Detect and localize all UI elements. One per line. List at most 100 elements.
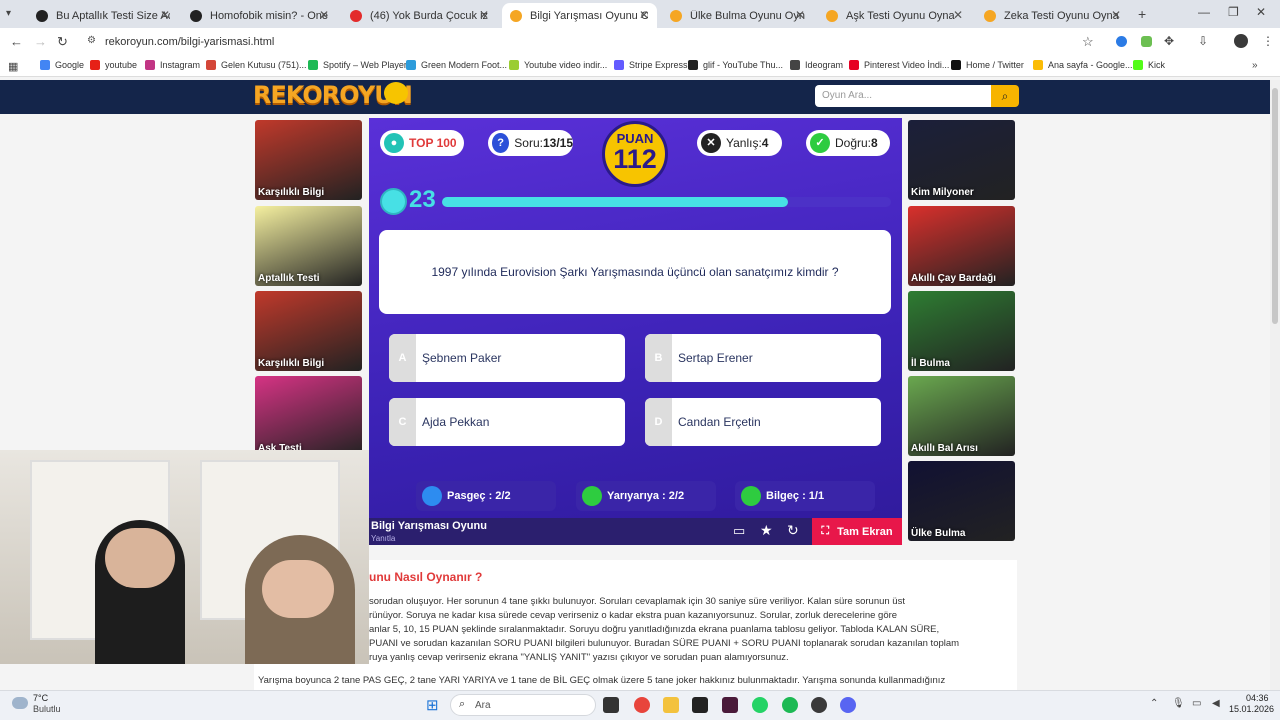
game-thumbnail[interactable]: Aptallık Testi [255, 206, 362, 286]
comment-icon[interactable]: ▭ [733, 523, 745, 539]
browser-tab[interactable]: Bilgi Yarışması Oyunu Oyna✕ [502, 3, 657, 28]
bookmark-item[interactable]: Instagram [145, 60, 200, 70]
tray-chevron-icon[interactable]: ⌃ [1150, 698, 1158, 709]
bookmark-item[interactable]: Youtube video indir... [509, 60, 607, 70]
question-counter: ? Soru: 13/15 [488, 130, 573, 156]
maximize-button[interactable]: ❐ [1228, 5, 1239, 19]
scrollbar-thumb[interactable] [1272, 88, 1278, 324]
monitor-icon[interactable]: ▭ [1192, 698, 1201, 709]
bookmark-favicon-icon [688, 60, 698, 70]
forward-icon[interactable]: → [34, 34, 47, 49]
game-thumbnail[interactable]: Akıllı Bal Arısı [908, 376, 1015, 456]
bookmark-item[interactable]: Ana sayfa - Google... [1033, 60, 1133, 70]
menu-icon[interactable]: ⋮ [1262, 34, 1274, 48]
browser-tab[interactable]: Zeka Testi Oyunu Oyna ✕ [976, 3, 1129, 28]
bookmark-item[interactable]: Google [40, 60, 84, 70]
tab-close-icon[interactable]: ✕ [795, 8, 805, 22]
favorite-star-icon[interactable]: ★ [760, 522, 773, 539]
spotify-icon[interactable] [782, 697, 798, 713]
back-icon[interactable]: ← [10, 34, 23, 49]
bookmark-item[interactable]: glif - YouTube Thu... [688, 60, 783, 70]
task-view-icon[interactable] [603, 697, 619, 713]
browser-tab[interactable]: Homofobik misin? - Onedio✕ [182, 3, 337, 28]
pass-joker-button[interactable]: Pasgeç : 2/2 [416, 481, 556, 511]
game-thumbnail[interactable]: Kim Milyoner [908, 120, 1015, 200]
bookmark-item[interactable]: Spotify – Web Player [308, 60, 407, 70]
browser-tab[interactable]: (46) Yok Burda Çocuk izliyor ya✕ [342, 3, 497, 28]
answer-option-a[interactable]: A Şebnem Paker [389, 334, 625, 382]
whatsapp-icon[interactable] [752, 697, 768, 713]
chrome-icon[interactable] [634, 697, 650, 713]
apps-grid-icon[interactable]: ▦ [8, 60, 18, 73]
bookmark-item[interactable]: Ideogram [790, 60, 843, 70]
tab-search-icon[interactable]: ▾ [6, 8, 11, 19]
more-bookmarks-icon[interactable]: » [1252, 60, 1258, 71]
article-line: ruya yanlış cevap verirseniz ekrana "YAN… [369, 652, 789, 663]
file-explorer-icon[interactable] [663, 697, 679, 713]
extensions-puzzle-icon[interactable]: ✥ [1164, 34, 1174, 48]
clock-time[interactable]: 04:36 [1246, 693, 1269, 703]
capcut-icon[interactable] [692, 697, 708, 713]
game-thumbnail[interactable]: Aşk Testi [255, 376, 362, 456]
tab-close-icon[interactable]: ✕ [1111, 8, 1121, 22]
bookmark-favicon-icon [1133, 60, 1143, 70]
tab-close-icon[interactable]: ✕ [319, 8, 329, 22]
discord-icon[interactable] [840, 697, 856, 713]
site-info-icon[interactable]: ⚙ [87, 35, 96, 46]
tab-favicon-icon [826, 9, 838, 22]
bookmark-favicon-icon [790, 60, 800, 70]
browser-tab[interactable]: Ülke Bulma Oyunu Oyna ✕ [662, 3, 813, 28]
bookmark-item[interactable]: Kick [1133, 60, 1165, 70]
bookmark-item[interactable]: Gelen Kutusu (751)... [206, 60, 307, 70]
windows-start-icon[interactable]: ⊞ [426, 696, 439, 714]
search-input[interactable]: Oyun Ara... [815, 85, 991, 107]
weather-desc: Bulutlu [33, 704, 61, 714]
bookmark-item[interactable]: Pinterest Video İndi... [849, 60, 949, 70]
skip-joker-button[interactable]: Bilgeç : 1/1 [735, 481, 875, 511]
obs-icon[interactable] [811, 697, 827, 713]
tab-close-icon[interactable]: ✕ [160, 8, 170, 22]
bookmark-favicon-icon [1033, 60, 1043, 70]
game-thumbnail[interactable]: Ülke Bulma [908, 461, 1015, 541]
premiere-icon[interactable] [722, 697, 738, 713]
answer-option-c[interactable]: C Ajda Pekkan [389, 398, 625, 446]
answer-option-b[interactable]: B Sertap Erener [645, 334, 881, 382]
extension-icon[interactable] [1116, 36, 1127, 47]
tab-close-icon[interactable]: ✕ [639, 8, 649, 22]
address-bar[interactable]: ⚙ rekoroyun.com/bilgi-yarismasi.html [80, 31, 1100, 53]
bookmark-favicon-icon [308, 60, 318, 70]
minimize-button[interactable]: — [1198, 5, 1210, 19]
browser-tab[interactable]: Aşk Testi Oyunu Oyna ✕ [818, 3, 971, 28]
downloads-icon[interactable]: ⇩ [1198, 34, 1208, 48]
bookmark-item[interactable]: youtube [90, 60, 137, 70]
new-tab-button[interactable]: + [1138, 6, 1146, 22]
game-thumbnail[interactable]: Karşılıklı Bilgi [255, 291, 362, 371]
bookmark-item[interactable]: Stripe Express [614, 60, 688, 70]
volume-icon[interactable]: ◀ [1212, 698, 1220, 709]
game-thumbnail[interactable]: Karşılıklı Bilgi [255, 120, 362, 200]
extension-icon[interactable] [1141, 36, 1152, 47]
bookmark-star-icon[interactable]: ☆ [1082, 34, 1094, 50]
correct-counter: ✓ Doğru: 8 [806, 130, 890, 156]
search-button[interactable]: ⌕ [991, 85, 1019, 107]
game-thumbnail[interactable]: İl Bulma [908, 291, 1015, 371]
answer-option-d[interactable]: D Candan Erçetin [645, 398, 881, 446]
microphone-icon[interactable]: 🎙 [1172, 698, 1185, 709]
browser-tab[interactable]: Bu Aptallık Testi Size Acı Gerçeği✕ [28, 3, 178, 28]
taskbar-search[interactable]: ⌕ Ara [450, 694, 596, 716]
tab-close-icon[interactable]: ✕ [953, 8, 963, 22]
game-thumbnail[interactable]: Akıllı Çay Bardağı [908, 206, 1015, 286]
fullscreen-button[interactable]: ⛶ Tam Ekran [812, 518, 902, 545]
bookmark-favicon-icon [406, 60, 416, 70]
close-window-button[interactable]: ✕ [1256, 5, 1266, 19]
bookmark-item[interactable]: Green Modern Foot... [406, 60, 507, 70]
profile-avatar[interactable] [1234, 34, 1248, 48]
bookmark-item[interactable]: Home / Twitter [951, 60, 1024, 70]
reload-icon[interactable]: ↻ [57, 34, 68, 50]
top100-button[interactable]: ● TOP 100 [380, 130, 464, 156]
restart-icon[interactable]: ↻ [787, 522, 799, 539]
weather-temp[interactable]: 7°C [33, 693, 48, 703]
half-joker-button[interactable]: Yarıyarıya : 2/2 [576, 481, 716, 511]
clock-date[interactable]: 15.01.2026 [1229, 704, 1274, 714]
tab-close-icon[interactable]: ✕ [479, 8, 489, 22]
